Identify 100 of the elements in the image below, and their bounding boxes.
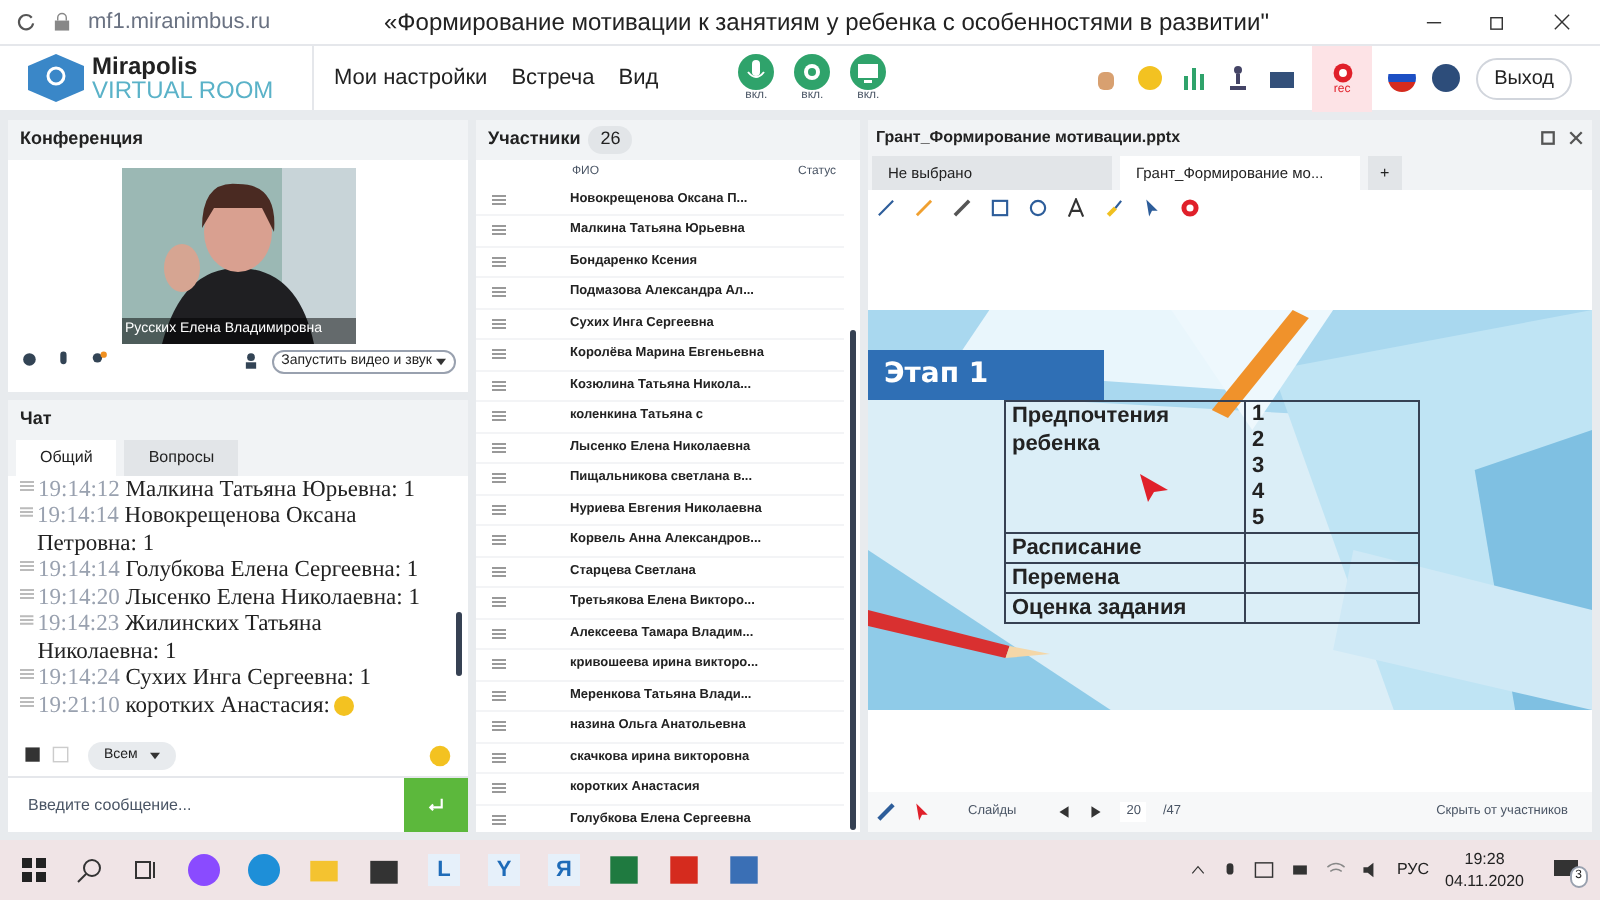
brush-icon[interactable]: [1104, 198, 1124, 219]
chat-tab[interactable]: Вопросы: [124, 439, 239, 475]
lock-icon: [52, 12, 72, 32]
drag-handle-icon: [20, 558, 34, 574]
drag-handle-icon: [492, 224, 506, 237]
table-cell-text: 1 2 3 4 5: [1250, 401, 1267, 532]
drag-handle-icon: [492, 255, 506, 268]
brand-name: Mirapolis: [92, 54, 200, 78]
screen-toggle-icon[interactable]: [850, 54, 887, 90]
drag-handle-icon: [492, 348, 506, 361]
windows-start-icon[interactable]: [20, 856, 48, 884]
app-icon[interactable]: Y: [488, 854, 520, 886]
page-title: «Формирование мотивации к занятиям у ребенка с особенностями в развитии": [384, 6, 1269, 40]
chat-message: 19:14:14 Новокрещенова Оксана Петровна: 1: [37, 504, 359, 558]
cursor-icon: [1140, 473, 1168, 502]
line-icon[interactable]: [876, 198, 896, 219]
panel-title: Участники: [488, 126, 581, 152]
color-swatch-icon[interactable]: [24, 746, 44, 766]
drag-handle-icon: [492, 503, 506, 516]
drag-handle-icon: [492, 813, 506, 826]
message-input[interactable]: Введите сообщение...: [8, 778, 404, 832]
panel-title: Конференция: [8, 120, 468, 159]
table-cell: Расписание: [1006, 533, 1246, 562]
chat-message: 19:14:24 Сухих Инга Сергеевна: 1: [38, 666, 372, 693]
person-icon: [241, 350, 260, 373]
drag-handle-icon: [20, 693, 34, 709]
rectangle-icon[interactable]: [990, 198, 1010, 219]
restore-icon[interactable]: [1488, 12, 1508, 32]
drag-handle-icon: [492, 534, 506, 547]
drag-handle-icon: [20, 585, 34, 601]
menu-item[interactable]: Встреча: [511, 61, 595, 95]
chat-message: 19:14:12 Малкина Татьяна Юрьевна: 1: [38, 477, 415, 504]
panel-title: Чат: [8, 400, 468, 439]
drag-handle-icon: [492, 782, 506, 795]
caret-icon: [436, 357, 446, 366]
circle-icon[interactable]: [1028, 198, 1048, 219]
close-icon[interactable]: [1568, 130, 1584, 146]
app-icon[interactable]: Я: [548, 854, 580, 886]
maximize-icon[interactable]: [1540, 130, 1556, 146]
drag-handle-icon: [492, 565, 506, 578]
chat-message: 19:14:14 Голубкова Елена Сергеевна: 1: [38, 558, 419, 585]
clock-time: 19:28: [1464, 848, 1505, 870]
drag-handle-icon: [20, 477, 34, 493]
slide-heading: Этап 1: [868, 349, 1104, 400]
add-tab-button[interactable]: +: [1368, 156, 1402, 191]
drag-handle-icon: [492, 658, 506, 671]
drag-handle-icon: [20, 504, 33, 520]
drag-handle-icon: [492, 689, 506, 702]
language-indicator[interactable]: РУС: [1397, 858, 1430, 882]
chat-message: 19:14:23 Жилинских Татьяна Николаевна: 1: [37, 612, 324, 666]
drag-handle-icon: [492, 286, 506, 299]
battery-icon[interactable]: [1289, 862, 1310, 878]
mic-toggle-icon[interactable]: [738, 54, 775, 90]
pencil-icon[interactable]: [952, 198, 972, 219]
table-cell: Оценка задания: [1006, 593, 1246, 622]
previous-icon[interactable]: [1056, 804, 1073, 820]
chevron-up-icon[interactable]: [1189, 862, 1206, 878]
drag-handle-icon: [492, 720, 506, 733]
drag-handle-icon: [492, 627, 506, 640]
pointer-icon[interactable]: [912, 802, 932, 822]
chat-message: 19:14:20 Лысенко Елена Николаевна: 1: [38, 585, 420, 612]
brand-subtitle: VIRTUAL ROOM: [92, 78, 276, 102]
count-badge: 26: [588, 126, 633, 153]
clear-icon[interactable]: [1180, 198, 1200, 219]
enter-icon: [426, 795, 446, 815]
close-icon[interactable]: [1552, 12, 1572, 32]
drag-handle-icon: [492, 379, 506, 392]
chat-message: 19:21:10 коротких Анастасия:: [38, 693, 354, 720]
camera-toggle-icon[interactable]: [794, 54, 831, 90]
drag-handle-icon: [20, 666, 34, 682]
table-cell: Перемена: [1006, 563, 1246, 592]
chart-icon[interactable]: [1180, 64, 1209, 92]
brush-icon[interactable]: [876, 802, 896, 822]
exit-button[interactable]: Выход: [1476, 57, 1572, 99]
search-icon[interactable]: [76, 856, 104, 884]
clock-date: 04.11.2020: [1445, 870, 1524, 892]
drag-handle-icon: [492, 472, 506, 485]
logo-icon: [28, 54, 84, 102]
drag-handle-icon: [492, 441, 506, 454]
drag-handle-icon: [492, 193, 506, 206]
chat-tab[interactable]: Общий: [16, 439, 117, 475]
scrollbar: [456, 611, 462, 675]
color-swatch-icon[interactable]: [52, 746, 72, 766]
record-icon: [1331, 61, 1354, 83]
drag-handle-icon: [492, 317, 506, 330]
next-icon[interactable]: [1088, 804, 1105, 820]
reload-icon[interactable]: [16, 12, 36, 32]
menu-item[interactable]: Вид: [618, 61, 659, 95]
task-view-icon[interactable]: [132, 856, 160, 884]
menu-item[interactable]: Мои настройки: [334, 61, 488, 95]
drag-handle-icon: [492, 751, 506, 764]
drag-handle-icon: [492, 596, 506, 609]
drag-handle-icon: [492, 410, 506, 423]
panel-title: Грант_Формирование мотивации.pptx: [876, 126, 1183, 150]
url-field[interactable]: mf1.miranimbus.ru: [88, 5, 368, 39]
app-icon[interactable]: L: [428, 854, 460, 886]
text-tool-icon[interactable]: [1066, 198, 1086, 219]
pointer-icon[interactable]: [1142, 198, 1162, 219]
drag-handle-icon: [20, 612, 34, 628]
caret-icon: [149, 752, 160, 760]
